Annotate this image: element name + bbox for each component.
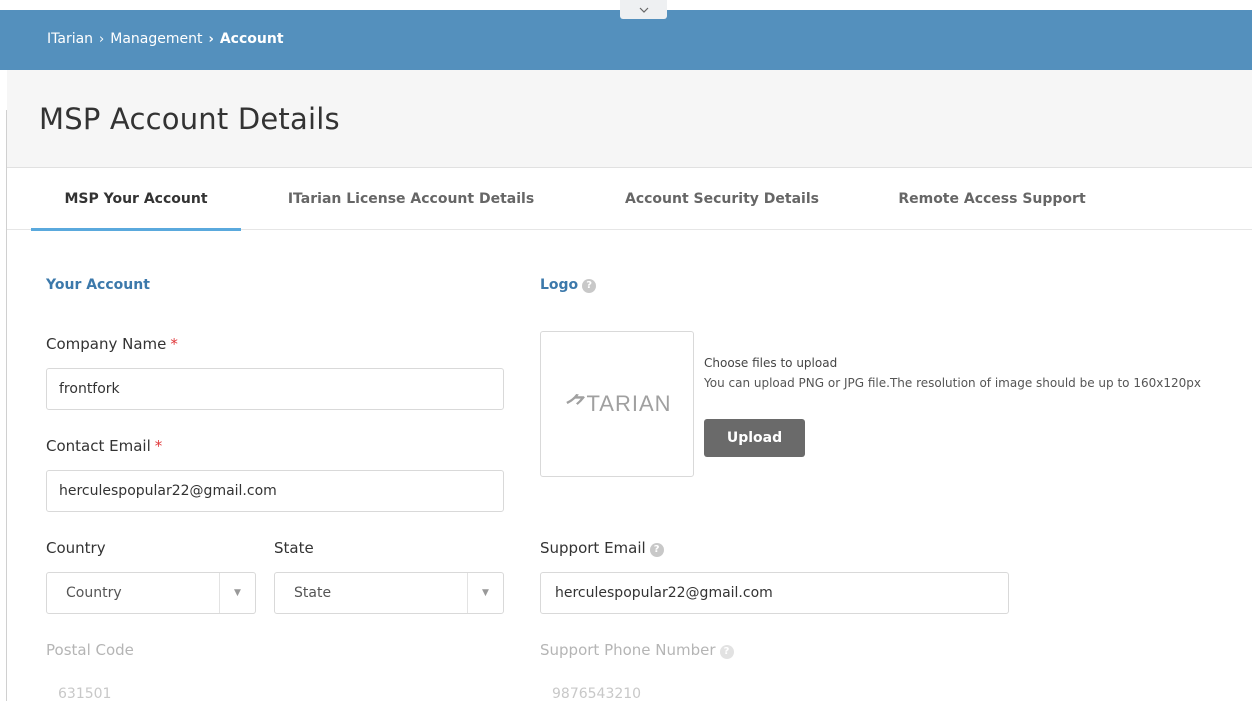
contact-email-input[interactable]: herculespopular22@gmail.com <box>46 470 504 512</box>
help-icon[interactable]: ? <box>582 278 597 293</box>
required-marker: * <box>154 437 163 455</box>
choose-files-text: Choose files to upload <box>704 356 838 370</box>
support-email-label: Support Email? <box>540 539 664 557</box>
support-phone-label-text: Support Phone Number <box>540 641 716 659</box>
country-select-value: Country <box>66 585 122 601</box>
state-select-value: State <box>294 585 332 601</box>
country-select[interactable]: Country ▼ <box>46 572 256 614</box>
support-phone-input[interactable]: 9876543210 <box>540 674 1009 701</box>
upload-button[interactable]: Upload <box>704 419 805 457</box>
collapse-header-button[interactable] <box>620 0 667 19</box>
state-label: State <box>274 539 314 557</box>
contact-email-label-text: Contact Email <box>46 437 151 455</box>
logo-heading-text: Logo <box>540 277 579 293</box>
breadcrumb: ITarian › Management › Account <box>47 31 284 47</box>
page-title: MSP Account Details <box>39 102 340 136</box>
state-select[interactable]: State ▼ <box>274 572 504 614</box>
postal-code-input[interactable]: 631501 <box>46 674 504 701</box>
country-label: Country <box>46 539 106 557</box>
breadcrumb-management[interactable]: Management <box>110 31 202 47</box>
breadcrumb-separator-icon: › <box>99 31 105 47</box>
company-name-input[interactable]: frontfork <box>46 368 504 410</box>
logo-preview: ⺈ TARIAN <box>540 331 694 477</box>
caret-down-icon: ▼ <box>219 573 255 613</box>
support-email-label-text: Support Email <box>540 539 646 557</box>
tab-bar: MSP Your Account ITarian License Account… <box>7 168 1252 231</box>
breadcrumb-itarian[interactable]: ITarian <box>47 31 93 47</box>
your-account-heading: Your Account <box>46 277 150 293</box>
help-icon[interactable]: ? <box>649 542 664 557</box>
support-phone-label: Support Phone Number? <box>540 641 734 659</box>
breadcrumb-current: Account <box>219 31 284 47</box>
help-icon[interactable]: ? <box>719 644 734 659</box>
tab-msp-your-account[interactable]: MSP Your Account <box>31 168 241 231</box>
tab-itarian-license-account-details[interactable]: ITarian License Account Details <box>275 168 547 230</box>
required-marker: * <box>170 335 178 353</box>
tab-account-security-details[interactable]: Account Security Details <box>611 168 833 230</box>
itarian-logo: ⺈ TARIAN <box>562 388 671 420</box>
upload-hint-text: You can upload PNG or JPG file.The resol… <box>704 376 1201 390</box>
company-name-label: Company Name * <box>46 335 178 353</box>
tab-remote-access-support[interactable]: Remote Access Support <box>889 168 1095 230</box>
support-email-input[interactable]: herculespopular22@gmail.com <box>540 572 1009 614</box>
logo-heading: Logo? <box>540 277 597 293</box>
company-name-label-text: Company Name <box>46 335 167 353</box>
top-bar: ITarian › Management › Account <box>0 10 1252 70</box>
logo-wordmark: TARIAN <box>586 391 672 416</box>
contact-email-label: Contact Email * <box>46 437 162 455</box>
caret-down-icon: ▼ <box>467 573 503 613</box>
postal-code-label: Postal Code <box>46 641 134 659</box>
page-header: MSP Account Details <box>7 70 1252 168</box>
breadcrumb-separator-icon: › <box>208 31 214 47</box>
running-figure-icon: ⺈ <box>562 393 586 418</box>
chevron-down-icon <box>639 7 648 13</box>
